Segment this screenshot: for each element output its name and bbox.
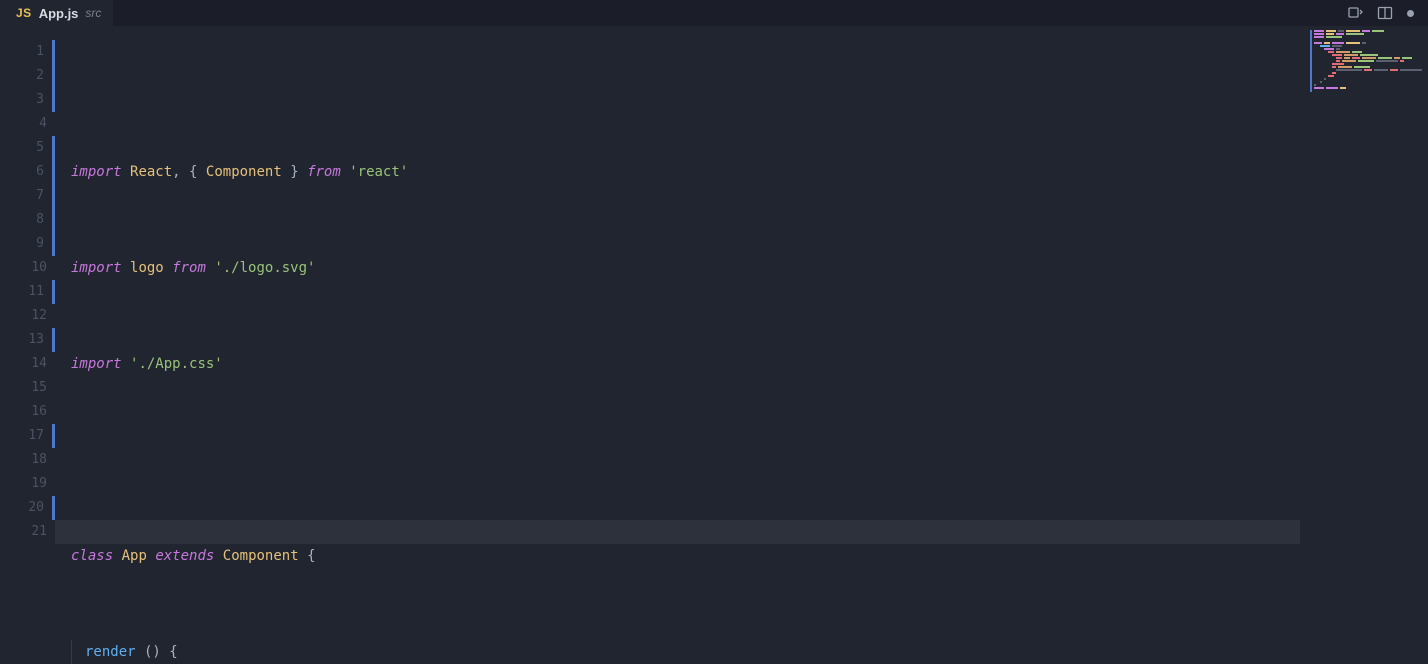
line-number-gutter: 123456789101112131415161718192021	[0, 26, 55, 664]
line-number: 19	[0, 472, 55, 496]
tab-directory: src	[85, 6, 101, 20]
line-number: 17	[0, 424, 55, 448]
line-number: 13	[0, 328, 55, 352]
line-number: 5	[0, 136, 55, 160]
line-number: 7	[0, 184, 55, 208]
line-number: 11	[0, 280, 55, 304]
code-line[interactable]	[71, 448, 1428, 472]
line-number: 16	[0, 400, 55, 424]
code-line[interactable]: class App extends Component {	[71, 544, 1428, 568]
tab-actions	[1347, 5, 1428, 21]
line-number: 4	[0, 112, 55, 136]
line-number: 18	[0, 448, 55, 472]
current-line-highlight	[55, 520, 1300, 544]
open-changes-icon[interactable]	[1347, 5, 1363, 21]
code-line[interactable]: import './App.css'	[71, 352, 1428, 376]
code-line[interactable]: import logo from './logo.svg'	[71, 256, 1428, 280]
line-number: 2	[0, 64, 55, 88]
line-number: 1	[0, 40, 55, 64]
split-editor-icon[interactable]	[1377, 5, 1393, 21]
code-line[interactable]: render () {	[71, 640, 1428, 664]
modified-indicator-icon[interactable]	[1407, 10, 1414, 17]
line-number: 8	[0, 208, 55, 232]
code-area[interactable]: import React, { Component } from 'react'…	[55, 26, 1428, 664]
js-file-icon: JS	[16, 6, 32, 20]
tab-bar: JS App.js src	[0, 0, 1428, 26]
editor-tab[interactable]: JS App.js src	[0, 0, 113, 26]
line-number: 20	[0, 496, 55, 520]
line-number: 9	[0, 232, 55, 256]
code-editor[interactable]: 123456789101112131415161718192021 import…	[0, 26, 1428, 664]
line-number: 21	[0, 520, 55, 544]
tab-filename: App.js	[39, 6, 79, 21]
line-number: 15	[0, 376, 55, 400]
line-number: 12	[0, 304, 55, 328]
code-line[interactable]: import React, { Component } from 'react'	[71, 160, 1428, 184]
line-number: 14	[0, 352, 55, 376]
line-number: 3	[0, 88, 55, 112]
line-number: 6	[0, 160, 55, 184]
line-number: 10	[0, 256, 55, 280]
